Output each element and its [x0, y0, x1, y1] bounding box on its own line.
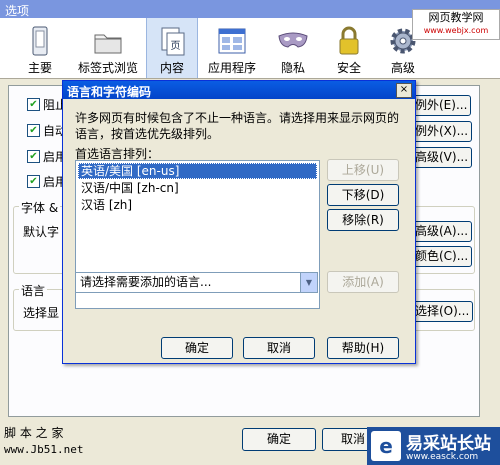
language-group-title: 语言 [19, 282, 48, 299]
remove-button[interactable]: 移除(R) [327, 209, 399, 231]
advanced-js-button[interactable]: 高级(V)... [411, 147, 473, 168]
add-language-select[interactable]: 请选择需要添加的语言... ▼ [75, 272, 318, 293]
dialog-ok-button[interactable]: 确定 [161, 337, 233, 359]
watermark-bottom-right-line2: www.easck.com [406, 452, 479, 462]
watermark-bottom-left-line2: www.Jb51.net [4, 443, 84, 456]
dialog-title: 语言和字符编码 [67, 85, 152, 99]
tab-content-label: 内容 [159, 61, 184, 75]
checkbox-auto-images[interactable]: ✔ [27, 124, 40, 137]
tab-tabbed-browsing-label: 标签式浏览 [77, 61, 138, 75]
list-item[interactable]: 英语/美国 [en-us] [78, 163, 317, 179]
choose-language-button[interactable]: 选择(O)... [411, 301, 474, 322]
general-icon [32, 26, 48, 56]
close-icon[interactable]: × [396, 83, 412, 98]
dialog-titlebar[interactable]: 语言和字符编码 × [63, 81, 415, 99]
default-font-label: 默认字 [23, 225, 60, 239]
folder-icon [94, 34, 122, 54]
checkbox-enable-java[interactable]: ✔ [27, 175, 40, 188]
fonts-colors-group-title: 字体 & [19, 199, 61, 216]
tab-applications-label: 应用程序 [207, 61, 256, 75]
watermark-top-line2: www.webjx.com [423, 26, 489, 35]
lock-icon [339, 26, 359, 55]
tab-applications[interactable]: 应用程序 [202, 18, 262, 78]
dialog-help-button[interactable]: 帮助(H) [327, 337, 399, 359]
language-dialog: 语言和字符编码 × 许多网页有时候包含了不止一种语言。请选择用来显示网页的语言，… [62, 80, 416, 364]
exceptions-button-1[interactable]: 例外(E)... [411, 95, 472, 116]
tab-security[interactable]: 安全 [324, 18, 374, 78]
add-button[interactable]: 添加(A) [327, 271, 399, 293]
watermark-bottom-right-line1: 易采站长站 [406, 434, 491, 454]
move-down-button[interactable]: 下移(D) [327, 184, 399, 206]
checkbox-popups[interactable]: ✔ [27, 98, 40, 111]
content-icon: 页 [161, 27, 185, 56]
svg-text:页: 页 [171, 40, 181, 52]
move-up-button[interactable]: 上移(U) [327, 159, 399, 181]
fonts-advanced-button[interactable]: 高级(A)... [411, 221, 473, 242]
exceptions-button-2[interactable]: 例外(X)... [411, 121, 473, 142]
tab-general-label: 主要 [27, 61, 52, 75]
list-item[interactable]: 汉语 [zh] [78, 197, 317, 213]
add-language-select-value: 请选择需要添加的语言... [80, 275, 212, 289]
dialog-description: 许多网页有时候包含了不止一种语言。请选择用来显示网页的语言，按首选优先级排列。 [75, 111, 400, 141]
tab-privacy-label: 隐私 [280, 61, 305, 75]
tab-tabbed-browsing[interactable]: 标签式浏览 [72, 18, 144, 78]
tab-content[interactable]: 页 内容 [146, 18, 198, 78]
dialog-cancel-button[interactable]: 取消 [243, 337, 315, 359]
tab-security-label: 安全 [336, 61, 361, 75]
ok-button[interactable]: 确定 [242, 428, 316, 451]
watermark-bottom-left-line1: 脚 本 之 家 [4, 426, 64, 440]
easck-logo-icon: e [371, 431, 401, 461]
language-description: 选择显 [23, 306, 60, 320]
window-title: 选项 [5, 4, 30, 18]
tab-general[interactable]: 主要 [14, 18, 66, 78]
checkbox-enable-js[interactable]: ✔ [27, 150, 40, 163]
watermark-top-line1: 网页教学网 [428, 11, 484, 24]
tab-advanced-label: 高级 [390, 61, 415, 75]
list-item[interactable]: 汉语/中国 [zh-cn] [78, 180, 317, 196]
watermark-top-right: 网页教学网 www.webjx.com [412, 9, 500, 40]
privacy-mask-icon [278, 32, 308, 48]
colors-button[interactable]: 颜色(C)... [411, 246, 473, 267]
applications-icon [218, 28, 246, 54]
chevron-down-icon[interactable]: ▼ [300, 273, 317, 292]
tab-privacy[interactable]: 隐私 [268, 18, 318, 78]
watermark-bottom-right: e 易采站长站 www.easck.com [367, 427, 500, 465]
